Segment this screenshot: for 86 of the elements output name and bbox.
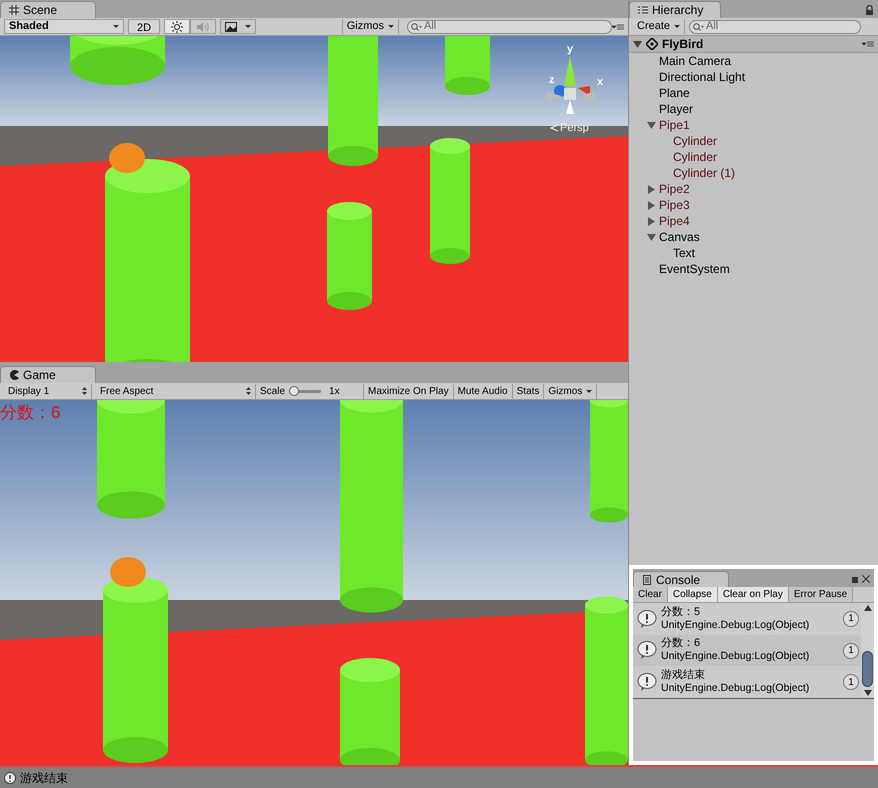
console-toggle[interactable]: Error Pause <box>788 587 854 602</box>
pacman-icon <box>9 370 19 380</box>
triangle-down-icon <box>647 120 656 130</box>
create-dropdown[interactable]: Create <box>633 19 686 34</box>
hierarchy-item[interactable]: Pipe3 <box>629 197 878 213</box>
axis-label: y <box>567 42 574 57</box>
hierarchy-tab[interactable]: Hierarchy <box>629 1 721 18</box>
lighting-toggle[interactable] <box>164 19 190 34</box>
hierarchy-item[interactable]: Cylinder <box>629 149 878 165</box>
search-icon <box>411 22 422 30</box>
caret-icon <box>586 390 592 392</box>
close-icon[interactable] <box>862 575 870 583</box>
info-icon <box>637 641 657 660</box>
axis-label: x <box>597 75 604 90</box>
audio-toggle[interactable] <box>190 19 216 34</box>
hierarchy-item[interactable]: Pipe2 <box>629 181 878 197</box>
hierarchy-item[interactable]: Plane <box>629 85 878 101</box>
sun-icon <box>171 20 184 32</box>
info-icon <box>637 610 657 628</box>
log-message: 分数：6 <box>661 637 702 650</box>
search-field[interactable]: All <box>689 20 862 34</box>
console-toggle[interactable]: Clear <box>633 587 668 602</box>
log-message: 游戏结束 <box>661 669 706 682</box>
axis-label: z <box>549 73 554 88</box>
hierarchy-item[interactable]: Canvas <box>629 229 878 245</box>
speaker-icon <box>197 22 210 32</box>
search-icon <box>693 22 704 30</box>
hierarchy-item[interactable]: Player <box>629 101 878 117</box>
hierarchy-item[interactable]: Pipe4 <box>629 213 878 229</box>
display-dropdown[interactable]: Display 1 <box>4 384 92 398</box>
triangle-down-icon <box>647 232 656 242</box>
toolbar-button[interactable]: Stats <box>512 384 544 398</box>
info-icon <box>4 772 16 784</box>
log-trace: UnityEngine.Debug:Log(Object) <box>661 682 810 696</box>
triangle-down-icon[interactable] <box>633 40 642 48</box>
caret-icon <box>113 25 119 28</box>
score-text: 分数：6 <box>0 402 60 424</box>
toolbar-button[interactable]: Mute Audio <box>454 384 513 398</box>
draw-mode-dropdown[interactable]: Shaded <box>4 19 124 34</box>
log-message: 分数：5 <box>661 606 702 619</box>
scale-label: Scale <box>260 384 286 398</box>
effects-dropdown[interactable] <box>220 19 256 34</box>
console-icon <box>642 574 652 584</box>
log-trace: UnityEngine.Debug:Log(Object) <box>661 650 810 664</box>
hierarchy-item[interactable]: Pipe1 <box>629 117 878 133</box>
hierarchy-item[interactable]: Text <box>629 245 878 261</box>
gizmos-dropdown[interactable]: Gizmos <box>342 19 399 34</box>
hierarchy-item[interactable]: Directional Light <box>629 69 878 85</box>
console-tab[interactable]: Console <box>633 571 729 587</box>
log-count: 1 <box>843 674 859 690</box>
slider-thumb[interactable] <box>289 386 300 396</box>
hierarchy-item[interactable]: Cylinder (1) <box>629 165 878 181</box>
log-count: 1 <box>843 610 859 627</box>
panel-menu-icon[interactable] <box>612 22 624 30</box>
scrollbar-thumb[interactable] <box>862 651 873 687</box>
image-icon <box>225 22 238 32</box>
status-message: 游戏结束 <box>20 770 68 786</box>
hierarchy-item[interactable]: Cylinder <box>629 133 878 149</box>
mode-2d-button[interactable]: 2D <box>128 19 160 34</box>
scene-tab[interactable]: Scene <box>0 1 96 18</box>
caret-icon <box>674 25 680 28</box>
scroll-up-icon[interactable] <box>864 605 872 611</box>
info-icon <box>637 673 657 692</box>
up-down-caret-icon <box>246 387 251 395</box>
search-field[interactable]: All <box>407 20 612 34</box>
lock-icon[interactable] <box>865 5 874 15</box>
console-toggle[interactable]: Clear on Play <box>718 587 789 602</box>
scale-value: 1x <box>329 384 340 398</box>
scrollbar[interactable] <box>861 603 874 698</box>
game-tab[interactable]: Game <box>0 366 96 383</box>
list-icon <box>638 5 648 15</box>
up-down-caret-icon <box>82 387 87 395</box>
console-toggle[interactable]: Collapse <box>668 587 718 602</box>
scene-row[interactable]: FlyBird <box>629 36 878 53</box>
hierarchy-item[interactable]: EventSystem <box>629 261 878 277</box>
toolbar-button[interactable]: Maximize On Play <box>364 384 454 398</box>
log-trace: UnityEngine.Debug:Log(Object) <box>661 618 810 632</box>
row-menu-icon[interactable] <box>862 40 874 48</box>
grid-icon <box>9 5 19 15</box>
hierarchy-item[interactable]: Main Camera <box>629 53 878 69</box>
caret-icon <box>245 25 252 28</box>
log-count: 1 <box>843 642 859 659</box>
gizmos-dropdown[interactable]: Gizmos <box>544 384 598 398</box>
aspect-dropdown[interactable]: Free Aspect <box>96 384 256 398</box>
caret-icon <box>388 25 394 28</box>
arrow-left-icon <box>550 124 558 132</box>
